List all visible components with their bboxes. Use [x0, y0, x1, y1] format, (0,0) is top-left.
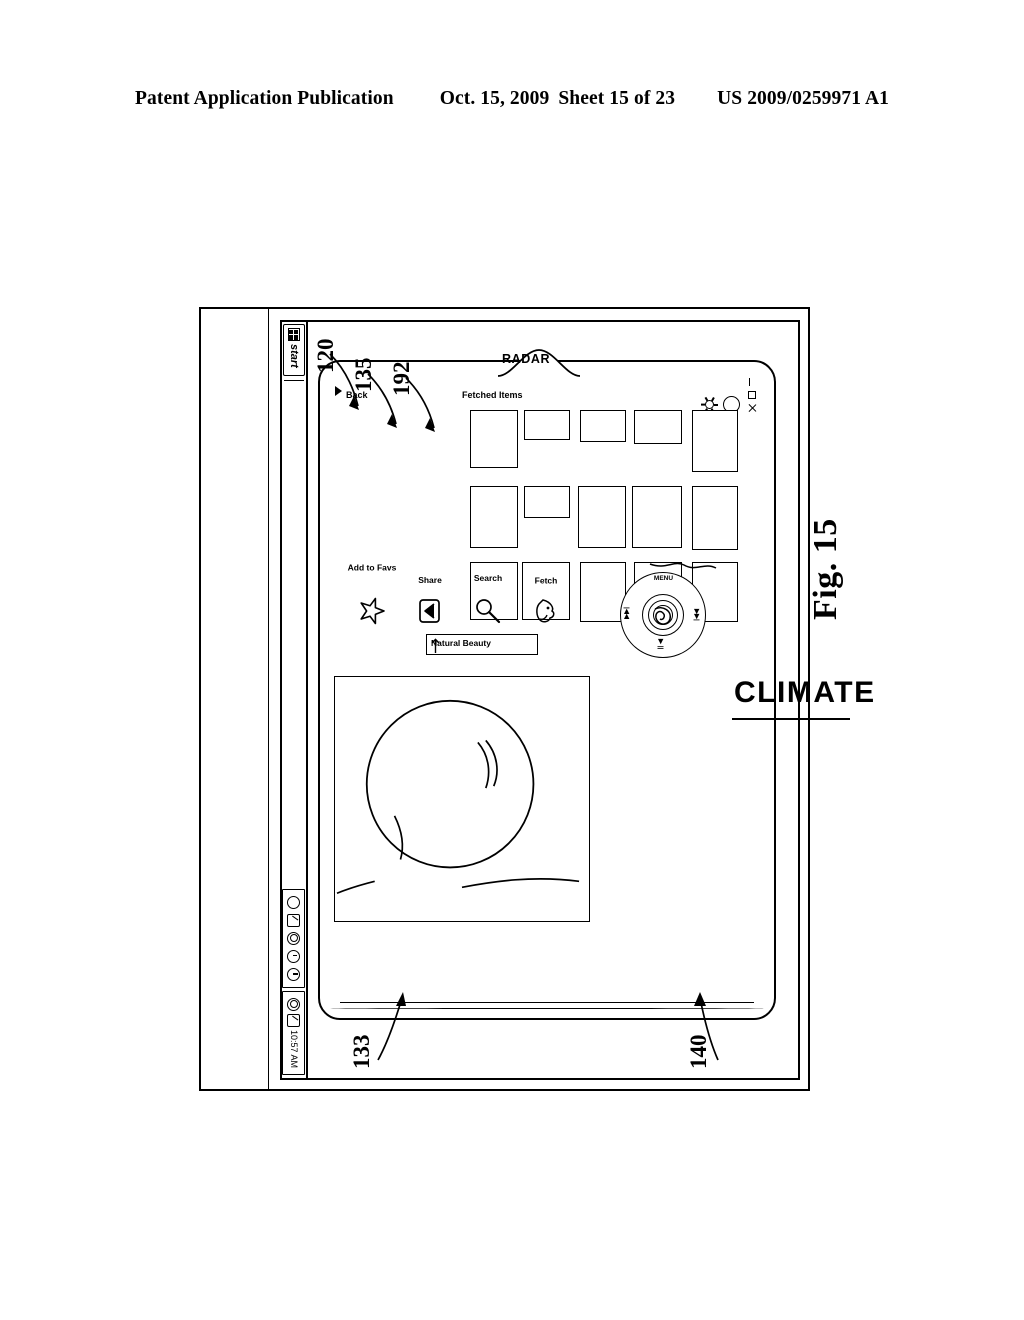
toolbar-item-fetch[interactable]: Fetch — [518, 564, 574, 626]
wheel-play-label[interactable]: ▶ || — [657, 639, 665, 649]
image-preview[interactable] — [334, 676, 590, 922]
start-button[interactable]: start — [283, 324, 305, 376]
thumbnail-item[interactable] — [524, 486, 570, 518]
taskbar-divider — [284, 379, 304, 381]
start-button-label: start — [288, 344, 300, 368]
network-icon[interactable] — [287, 931, 301, 945]
tablet-device: RADAR Back Fetched Items CLIMATE Natural… — [318, 349, 876, 1020]
taskbar-clock: 10:57 AM — [289, 1029, 299, 1068]
patent-header: Patent Application Publication Oct. 15, … — [0, 88, 1024, 110]
wheel-prev-label[interactable]: |◀◀ — [623, 607, 631, 619]
frame-inner-rule — [268, 307, 269, 1091]
wheel-next-label[interactable]: ▶▶| — [693, 609, 701, 621]
envelope-icon — [415, 596, 445, 626]
clock-icon[interactable] — [287, 949, 301, 963]
page-title: CLIMATE — [734, 676, 876, 709]
climate-title-block: CLIMATE — [614, 676, 876, 926]
click-wheel[interactable]: MENU ▶▶| |◀◀ ▶ || — [620, 572, 706, 658]
toolbar-item-search[interactable]: Search — [460, 564, 516, 626]
squiggle-mark — [648, 554, 718, 580]
star-icon — [357, 596, 387, 626]
leader-line-192 — [405, 377, 435, 432]
close-icon[interactable] — [748, 404, 756, 412]
circle-icon[interactable] — [287, 895, 301, 909]
toolbar-item-label: Search — [473, 572, 503, 583]
minimize-icon[interactable] — [748, 378, 756, 386]
windows-desktop: RADAR Back Fetched Items CLIMATE Natural… — [280, 320, 876, 1080]
fetched-items-label: Fetched Items — [462, 390, 523, 400]
power-icon[interactable] — [287, 967, 301, 981]
header-patent-number: US 2009/0259971 A1 — [717, 88, 889, 109]
header-sheet: Sheet 15 of 23 — [558, 88, 676, 109]
radar-tab[interactable]: RADAR — [496, 346, 582, 380]
action-toolbar[interactable]: Fetch Search Share Add to Favs — [334, 562, 574, 626]
system-tray[interactable] — [282, 888, 306, 988]
maximize-icon[interactable] — [748, 391, 756, 399]
thumbnail-item[interactable] — [524, 410, 570, 440]
title-underline — [732, 718, 850, 720]
toolbar-item-label: Share — [418, 575, 442, 586]
toolbar-item-share[interactable]: Share — [402, 564, 458, 626]
header-date: Oct. 15, 2009 — [439, 88, 550, 109]
volume-icon[interactable] — [287, 997, 301, 1011]
header-publication: Patent Application Publication — [135, 88, 394, 109]
thumbnail-item[interactable] — [470, 410, 518, 468]
windows-logo-icon — [288, 328, 300, 341]
rotated-drawing-canvas: RADAR Back Fetched Items CLIMATE Natural… — [280, 320, 876, 1080]
leader-line-140 — [694, 992, 719, 1061]
caption-chip-label: Natural Beauty — [431, 638, 491, 648]
taskbar-clock-area[interactable]: 10:57 AM — [282, 990, 306, 1075]
lock-icon[interactable] — [287, 1013, 301, 1027]
radar-tab-label: RADAR — [502, 352, 551, 366]
caption-chip[interactable]: Natural Beauty — [426, 634, 538, 655]
thumbnail-item[interactable] — [580, 410, 626, 442]
pencil-icon[interactable] — [287, 913, 301, 927]
thumbnail-item[interactable] — [634, 410, 682, 444]
toolbar-item-label: Add to Favs — [347, 562, 397, 573]
dog-icon — [531, 596, 561, 626]
leader-line-133 — [377, 992, 406, 1061]
device-screen: Back Fetched Items CLIMATE Natural Beaut… — [330, 376, 876, 936]
thumbnail-item[interactable] — [692, 486, 738, 550]
windows-taskbar: start 10:57 AM — [282, 322, 308, 1078]
figure-caption: Fig. 15 — [807, 518, 844, 620]
window-chrome — [742, 376, 762, 936]
thumbnail-item[interactable] — [692, 410, 738, 472]
toolbar-item-add-to-favs[interactable]: Add to Favs — [344, 562, 400, 626]
thumbnail-item[interactable] — [578, 486, 626, 548]
thumbnail-item[interactable] — [632, 486, 682, 548]
toolbar-item-label: Fetch — [534, 575, 558, 586]
thumbnail-item[interactable] — [470, 486, 518, 548]
magnifier-icon — [473, 596, 503, 626]
